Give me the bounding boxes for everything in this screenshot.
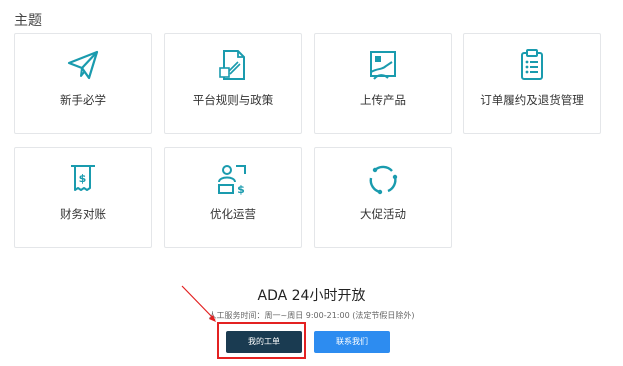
contact-us-button[interactable]: 联系我们 bbox=[314, 331, 390, 353]
my-tickets-button[interactable]: 我的工单 bbox=[226, 331, 302, 353]
annotation-arrow-icon bbox=[181, 285, 216, 322]
